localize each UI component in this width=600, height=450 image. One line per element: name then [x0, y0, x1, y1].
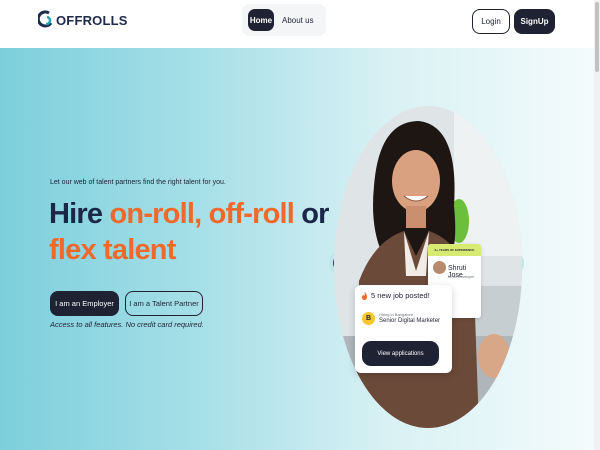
fire-icon: [361, 291, 368, 300]
company-logo: B: [362, 312, 375, 325]
login-button[interactable]: Login: [472, 9, 510, 34]
headline-hire: Hire: [49, 198, 110, 230]
experience-badge: 6+ YEARS OF EXPERIENCE: [428, 244, 481, 256]
headline-or: or: [294, 198, 329, 230]
hero-headline: Hire on-roll, off-roll or flex talent: [49, 196, 329, 268]
logo-text: OFFROLLS: [56, 12, 128, 28]
scrollbar-thumb[interactable]: [595, 2, 599, 72]
headline-flex-talent: flex talent: [49, 234, 176, 266]
nav-home[interactable]: Home: [248, 9, 274, 31]
talent-partner-button[interactable]: I am a Talent Partner: [125, 291, 203, 316]
jobs-posted-line: 5 new job posted!: [361, 291, 430, 300]
jobs-posted-text: 5 new job posted!: [371, 291, 430, 300]
logo-mark-icon: [36, 9, 54, 31]
employer-button[interactable]: I am an Employer: [50, 291, 119, 316]
main-nav: Home About us: [242, 4, 326, 36]
headline-on-off-roll: on-roll, off-roll: [109, 198, 294, 230]
signup-button[interactable]: SignUp: [514, 9, 555, 34]
job-posted-card: 5 new job posted! B Hiring in Bangalore …: [355, 285, 452, 373]
access-note: Access to all features. No credit card r…: [50, 320, 204, 329]
view-applications-button[interactable]: View applications: [362, 341, 439, 366]
site-header: OFFROLLS Home About us Login SignUp: [0, 0, 594, 48]
logo[interactable]: OFFROLLS: [36, 9, 128, 31]
job-title: Senior Digital Marketer: [379, 318, 441, 324]
nav-about-us[interactable]: About us: [282, 9, 314, 31]
avatar: [433, 261, 446, 274]
hero-tagline: Let our web of talent partners find the …: [50, 179, 226, 186]
page-scrollbar[interactable]: [594, 0, 600, 450]
candidate-role: UI/UX Developer: [448, 275, 475, 279]
hiring-location: Hiring in Bangalore: [379, 312, 414, 317]
